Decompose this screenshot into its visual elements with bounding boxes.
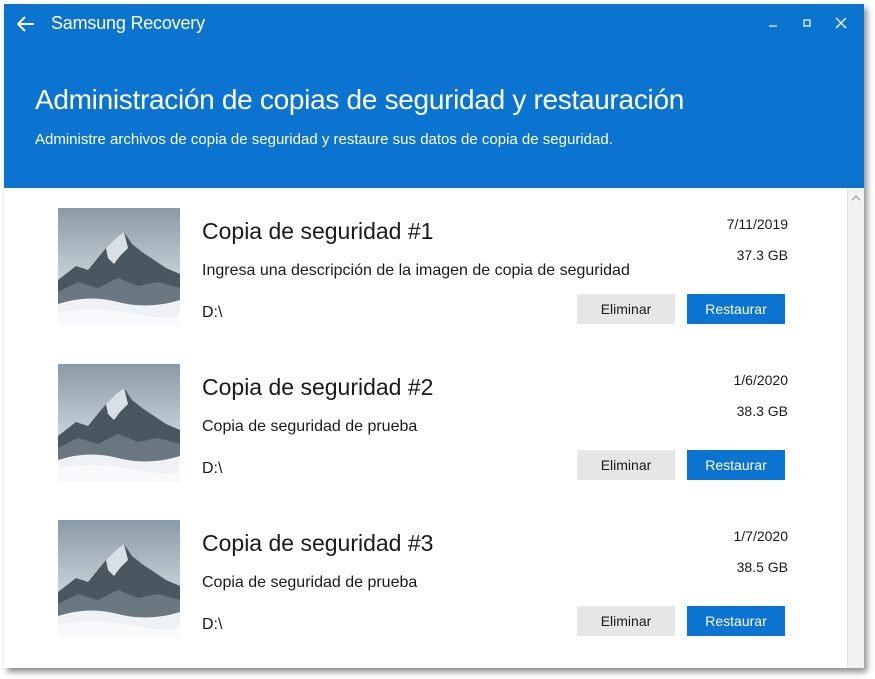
backup-date: 1/7/2020	[733, 528, 789, 544]
back-arrow-icon	[17, 16, 34, 32]
backup-title: Copia de seguridad #3	[202, 530, 434, 556]
minimize-button[interactable]	[756, 10, 790, 36]
page-subtitle: Administre archivos de copia de segurida…	[35, 131, 613, 148]
maximize-icon	[803, 19, 811, 27]
backup-size: 38.5 GB	[736, 559, 788, 575]
delete-button[interactable]: Eliminar	[577, 450, 675, 480]
backup-description: Copia de seguridad de prueba	[202, 418, 418, 435]
delete-button[interactable]: Eliminar	[577, 294, 675, 324]
page-title: Administración de copias de seguridad y …	[35, 84, 684, 115]
backup-drive: D:\	[202, 460, 223, 477]
chevron-up-icon	[851, 194, 861, 200]
backup-date: 1/6/2020	[733, 372, 789, 388]
backup-title: Copia de seguridad #2	[202, 374, 434, 400]
backup-thumbnail	[58, 364, 180, 482]
close-button[interactable]	[824, 10, 858, 36]
title-bar: Samsung Recovery	[4, 4, 864, 44]
backup-thumbnail	[58, 520, 180, 638]
backup-list: Copia de seguridad #1 Ingresa una descri…	[4, 188, 848, 668]
restore-button[interactable]: Restaurar	[687, 606, 785, 636]
backup-card-2: Copia de seguridad #2 Copia de seguridad…	[4, 344, 848, 500]
header-banner: Samsung Recovery Administración de copia…	[4, 4, 864, 188]
backup-card-1: Copia de seguridad #1 Ingresa una descri…	[4, 188, 848, 344]
backup-drive: D:\	[202, 304, 223, 321]
scroll-up-button[interactable]	[848, 190, 864, 204]
app-window: Samsung Recovery Administración de copia…	[4, 4, 864, 668]
close-icon	[835, 17, 847, 29]
mountain-image-icon	[58, 520, 180, 638]
backup-title: Copia de seguridad #1	[202, 218, 434, 244]
backup-size: 37.3 GB	[736, 247, 788, 263]
backup-thumbnail	[58, 208, 180, 326]
backup-description: Ingresa una descripción de la imagen de …	[202, 262, 630, 279]
mountain-image-icon	[58, 364, 180, 482]
minimize-icon	[769, 25, 777, 27]
restore-button[interactable]: Restaurar	[687, 294, 785, 324]
backup-drive: D:\	[202, 616, 223, 633]
app-title: Samsung Recovery	[51, 13, 205, 33]
maximize-button[interactable]	[790, 10, 824, 36]
mountain-image-icon	[58, 208, 180, 326]
backup-date: 7/11/2019	[726, 216, 788, 232]
restore-button[interactable]: Restaurar	[687, 450, 785, 480]
backup-size: 38.3 GB	[736, 403, 788, 419]
window-controls	[756, 10, 858, 36]
back-button[interactable]	[14, 12, 38, 36]
backup-card-3: Copia de seguridad #3 Copia de seguridad…	[4, 500, 848, 656]
vertical-scrollbar[interactable]	[847, 188, 864, 668]
delete-button[interactable]: Eliminar	[577, 606, 675, 636]
backup-description: Copia de seguridad de prueba	[202, 574, 418, 591]
